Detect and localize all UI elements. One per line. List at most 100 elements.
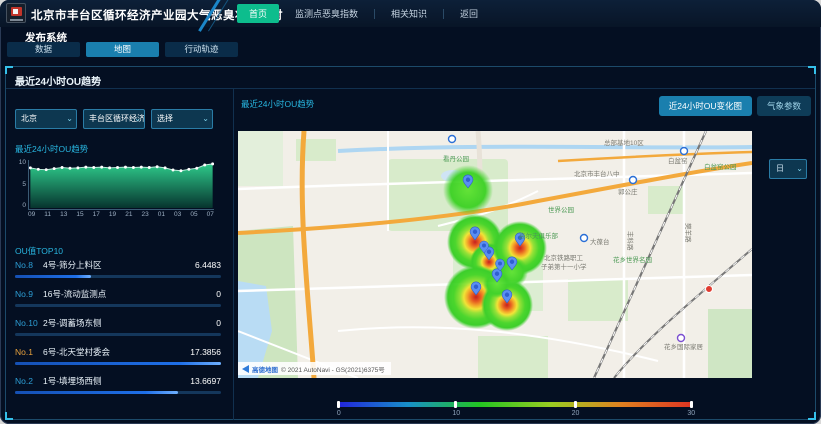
station-select[interactable]: 选择 ⌄ — [151, 109, 213, 129]
trend-y-axis: 1050 — [15, 159, 26, 209]
rank-label: No.1 — [15, 347, 43, 357]
scale-marker — [454, 401, 457, 408]
value-bar-track — [15, 362, 221, 365]
value-bar-track — [15, 304, 221, 307]
chevron-down-icon: ⌄ — [66, 110, 73, 128]
trend-chart: 1050 091113151719212301030507 — [15, 159, 221, 225]
ranking-row[interactable]: No.9 16号-流动监测点 0 — [15, 288, 221, 317]
station-name: 2号-调蓄场东侧 — [43, 317, 216, 329]
nav-back[interactable]: 返回 — [448, 4, 490, 23]
map-label: 子弟第十一小学 — [541, 262, 587, 271]
ou-value: 17.3856 — [190, 347, 221, 357]
trend-chart-label: 最近24小时OU趋势 — [15, 143, 88, 155]
ranking-row[interactable]: No.2 1号-填埋场西侧 13.6697 — [15, 375, 221, 404]
chevron-down-icon: ⌄ — [796, 160, 803, 178]
city-select[interactable]: 北京 ⌄ — [15, 109, 77, 129]
ranking-row[interactable]: No.8 4号-筛分上料区 6.4483 — [15, 259, 221, 288]
station-name: 6号-北天堂村委会 — [43, 346, 190, 358]
ou-change-map-button[interactable]: 近24小时OU变化图 — [659, 96, 752, 116]
rank-label: No.8 — [15, 260, 43, 270]
ou-scale-labels: 0 10 20 30 — [337, 410, 693, 420]
ranking-list: No.8 4号-筛分上料区 6.4483 No.9 16号-流动监测点 0 — [15, 259, 221, 404]
tab-data[interactable]: 数据 — [7, 42, 80, 57]
corner-accent — [808, 66, 816, 74]
ou-color-scale — [337, 402, 693, 407]
map-label: 丰科路 — [626, 231, 635, 251]
metro-icon — [681, 148, 688, 155]
map-canvas[interactable]: 看丹公园 总部基地10区 北京市丰台八中 世界公园 大葆台 白盆窑 白盆窑公园 … — [238, 131, 752, 378]
map-label: 高尔夫俱乐部 — [519, 231, 559, 240]
weather-params-button[interactable]: 气象参数 — [757, 96, 811, 116]
rank-label: No.10 — [15, 318, 43, 328]
map-label: 花乡世界名园 — [613, 255, 652, 264]
scale-marker — [337, 401, 340, 408]
tab-track[interactable]: 行动轨迹 — [165, 42, 238, 57]
station-select-value: 选择 — [157, 114, 173, 123]
trend-x-axis: 091113151719212301030507 — [28, 211, 214, 218]
tab-map[interactable]: 地图 — [86, 42, 159, 57]
app-logo-icon — [6, 3, 26, 23]
value-bar-track — [15, 333, 221, 336]
ou-value: 0 — [216, 318, 221, 328]
nav-separator — [374, 9, 375, 19]
map-label: 大葆台 — [590, 237, 610, 246]
corner-accent — [5, 412, 13, 420]
map-panel-title: 最近24小时OU趋势 — [241, 98, 314, 110]
dashboard-root: 北京市丰台区循环经济产业园大气恶臭状况实时 首页 监测点恶臭指数 相关知识 返回… — [0, 0, 821, 424]
scale-tick: 30 — [687, 410, 695, 417]
map-label: 花乡国际家居 — [664, 342, 704, 351]
amap-logo-icon — [242, 365, 249, 373]
main-panel: 最近24小时OU趋势 北京 ⌄ 丰台区循环经济产 ⌄ 选择 ⌄ 最近24小时OU… — [5, 66, 816, 420]
map-label: 世界公园 — [548, 205, 574, 214]
view-tabs: 数据 地图 行动轨迹 — [7, 42, 238, 57]
scale-marker — [690, 401, 693, 408]
chevron-down-icon: ⌄ — [202, 110, 209, 128]
main-nav: 首页 监测点恶臭指数 相关知识 返回 — [237, 4, 490, 23]
value-bar — [15, 391, 178, 394]
metro-icon — [678, 335, 685, 342]
park-select[interactable]: 丰台区循环经济产 ⌄ — [83, 109, 145, 129]
map-attribution: 高德地图 © 2021 AutoNavi - GS(2021)6375号 — [238, 362, 391, 375]
station-name: 4号-筛分上料区 — [43, 259, 195, 271]
map-label: 白盆窑公园 — [704, 162, 737, 171]
amap-brand: 高德地图 — [252, 364, 278, 374]
map-label: 北京市丰台八中 — [574, 169, 620, 178]
map-label: 樊羊路 — [684, 223, 693, 243]
nav-home[interactable]: 首页 — [237, 4, 279, 23]
metro-icon — [581, 235, 588, 242]
corner-accent — [808, 412, 816, 420]
value-bar — [15, 362, 221, 365]
scale-tick: 0 — [337, 410, 341, 417]
nav-separator — [443, 9, 444, 19]
metro-icon — [630, 177, 637, 184]
scale-tick: 10 — [452, 410, 460, 417]
ou-value: 6.4483 — [195, 260, 221, 270]
ou-value: 0 — [216, 289, 221, 299]
map-label: 北京铁路职工 — [544, 253, 584, 262]
time-granularity-select[interactable]: 日 ⌄ — [769, 159, 807, 179]
station-name: 16号-流动监测点 — [43, 288, 216, 300]
map-svg: 看丹公园 总部基地10区 北京市丰台八中 世界公园 大葆台 白盆窑 白盆窑公园 … — [238, 131, 752, 378]
value-bar-track — [15, 391, 221, 394]
rank-label: No.9 — [15, 289, 43, 299]
map-label: 白盆窑 — [668, 156, 688, 165]
ranking-row[interactable]: No.1 6号-北天堂村委会 17.3856 — [15, 346, 221, 375]
ranking-row[interactable]: No.10 2号-调蓄场东侧 0 — [15, 317, 221, 346]
copyright-text: © 2021 AutoNavi - GS(2021)6375号 — [281, 364, 385, 374]
rank-label: No.2 — [15, 376, 43, 386]
nav-knowledge[interactable]: 相关知识 — [379, 4, 439, 23]
metro-icon — [449, 136, 456, 143]
map-buttons: 近24小时OU变化图 气象参数 — [659, 96, 811, 116]
corner-accent — [5, 66, 13, 74]
ranking-title: OU值TOP10 — [15, 245, 63, 257]
time-granularity-value: 日 — [776, 164, 784, 173]
station-name: 1号-填埋场西侧 — [43, 375, 190, 387]
nav-odor-index[interactable]: 监测点恶臭指数 — [283, 4, 370, 23]
ou-value: 13.6697 — [190, 376, 221, 386]
trend-plot — [28, 160, 214, 210]
scale-tick: 20 — [572, 410, 580, 417]
panel-title: 最近24小时OU趋势 — [15, 73, 101, 88]
filter-row: 北京 ⌄ 丰台区循环经济产 ⌄ 选择 ⌄ — [15, 109, 213, 129]
map-label: 看丹公园 — [443, 155, 469, 163]
city-select-value: 北京 — [21, 114, 37, 123]
